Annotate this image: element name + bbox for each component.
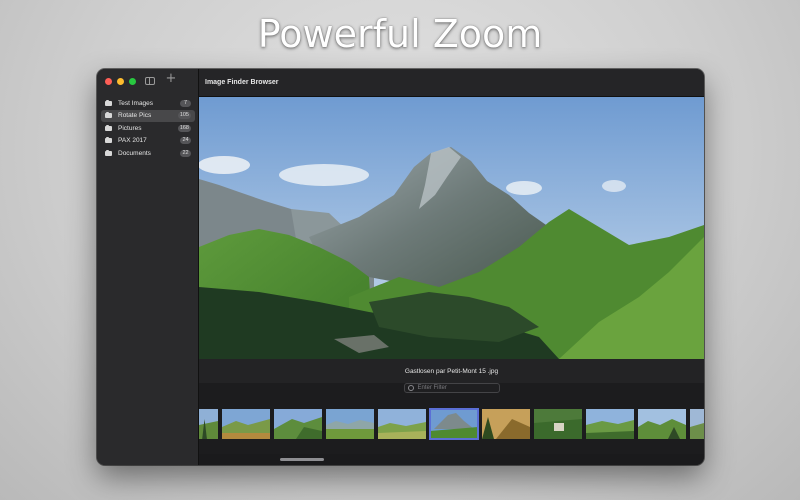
- promo-headline: Powerful Zoom: [257, 12, 543, 56]
- folder-item[interactable]: Documents 22: [101, 147, 195, 160]
- scrollbar-thumb[interactable]: [280, 458, 324, 461]
- close-button[interactable]: [105, 78, 112, 85]
- folder-list: Test Images 7 Rotate Pics 105 Pictures 1…: [101, 97, 195, 160]
- gear-icon[interactable]: [407, 385, 414, 391]
- sidebar: + Test Images 7 Rotate Pics 105 Pictures…: [97, 69, 199, 465]
- thumbnail-strip[interactable]: [199, 406, 704, 442]
- folder-count-badge: 24: [180, 137, 191, 145]
- folder-count-badge: 168: [177, 124, 191, 132]
- add-folder-button[interactable]: +: [165, 72, 177, 86]
- image-filename: Gastlosen par Petit-Mont 15 .jpg: [404, 367, 499, 375]
- main-pane: Image Finder Browser Gastlosen par Petit…: [199, 69, 704, 465]
- horizontal-scrollbar[interactable]: [199, 454, 704, 465]
- folder-label: Test Images: [118, 99, 154, 107]
- zoom-button[interactable]: [129, 78, 136, 85]
- thumbnail[interactable]: [482, 409, 530, 439]
- sidebar-toggle-icon[interactable]: [145, 77, 155, 85]
- thumbnail[interactable]: [534, 409, 582, 439]
- tray-icon: [105, 137, 112, 144]
- app-window: + Test Images 7 Rotate Pics 105 Pictures…: [97, 69, 704, 465]
- thumbnail-selected[interactable]: [429, 408, 479, 440]
- folder-item[interactable]: PAX 2017 24: [101, 135, 195, 148]
- folder-item[interactable]: Test Images 7: [101, 97, 195, 110]
- thumbnail[interactable]: [222, 409, 270, 439]
- filter-bar: Enter Filter: [199, 377, 704, 399]
- folder-count-badge: 22: [180, 149, 191, 157]
- folder-count-badge: 105: [177, 112, 191, 120]
- toolbar: Image Finder Browser: [199, 69, 704, 97]
- thumbnail[interactable]: [199, 409, 218, 439]
- tray-icon: [105, 149, 112, 156]
- image-preview[interactable]: [199, 97, 704, 359]
- thumbnail[interactable]: [274, 409, 322, 439]
- window-controls: [105, 78, 136, 85]
- thumbnail[interactable]: [638, 409, 686, 439]
- tray-icon: [105, 112, 112, 119]
- thumbnail[interactable]: [326, 409, 374, 439]
- folder-item[interactable]: Pictures 168: [101, 122, 195, 135]
- folder-item[interactable]: Rotate Pics 105: [101, 109, 195, 122]
- folder-label: Rotate Pics: [118, 112, 152, 120]
- window-title: Image Finder Browser: [205, 79, 279, 86]
- plus-icon: +: [165, 71, 177, 86]
- filter-placeholder: Enter Filter: [417, 385, 447, 391]
- filter-input[interactable]: Enter Filter: [403, 383, 500, 393]
- thumbnail[interactable]: [378, 409, 426, 439]
- folder-label: PAX 2017: [118, 137, 147, 145]
- thumbnail[interactable]: [690, 409, 704, 439]
- folder-count-badge: 7: [180, 99, 191, 107]
- folder-label: Pictures: [118, 124, 142, 132]
- folder-label: Documents: [118, 149, 151, 157]
- thumbnail[interactable]: [586, 409, 634, 439]
- minimize-button[interactable]: [117, 78, 124, 85]
- tray-icon: [105, 99, 112, 106]
- tray-icon: [105, 124, 112, 131]
